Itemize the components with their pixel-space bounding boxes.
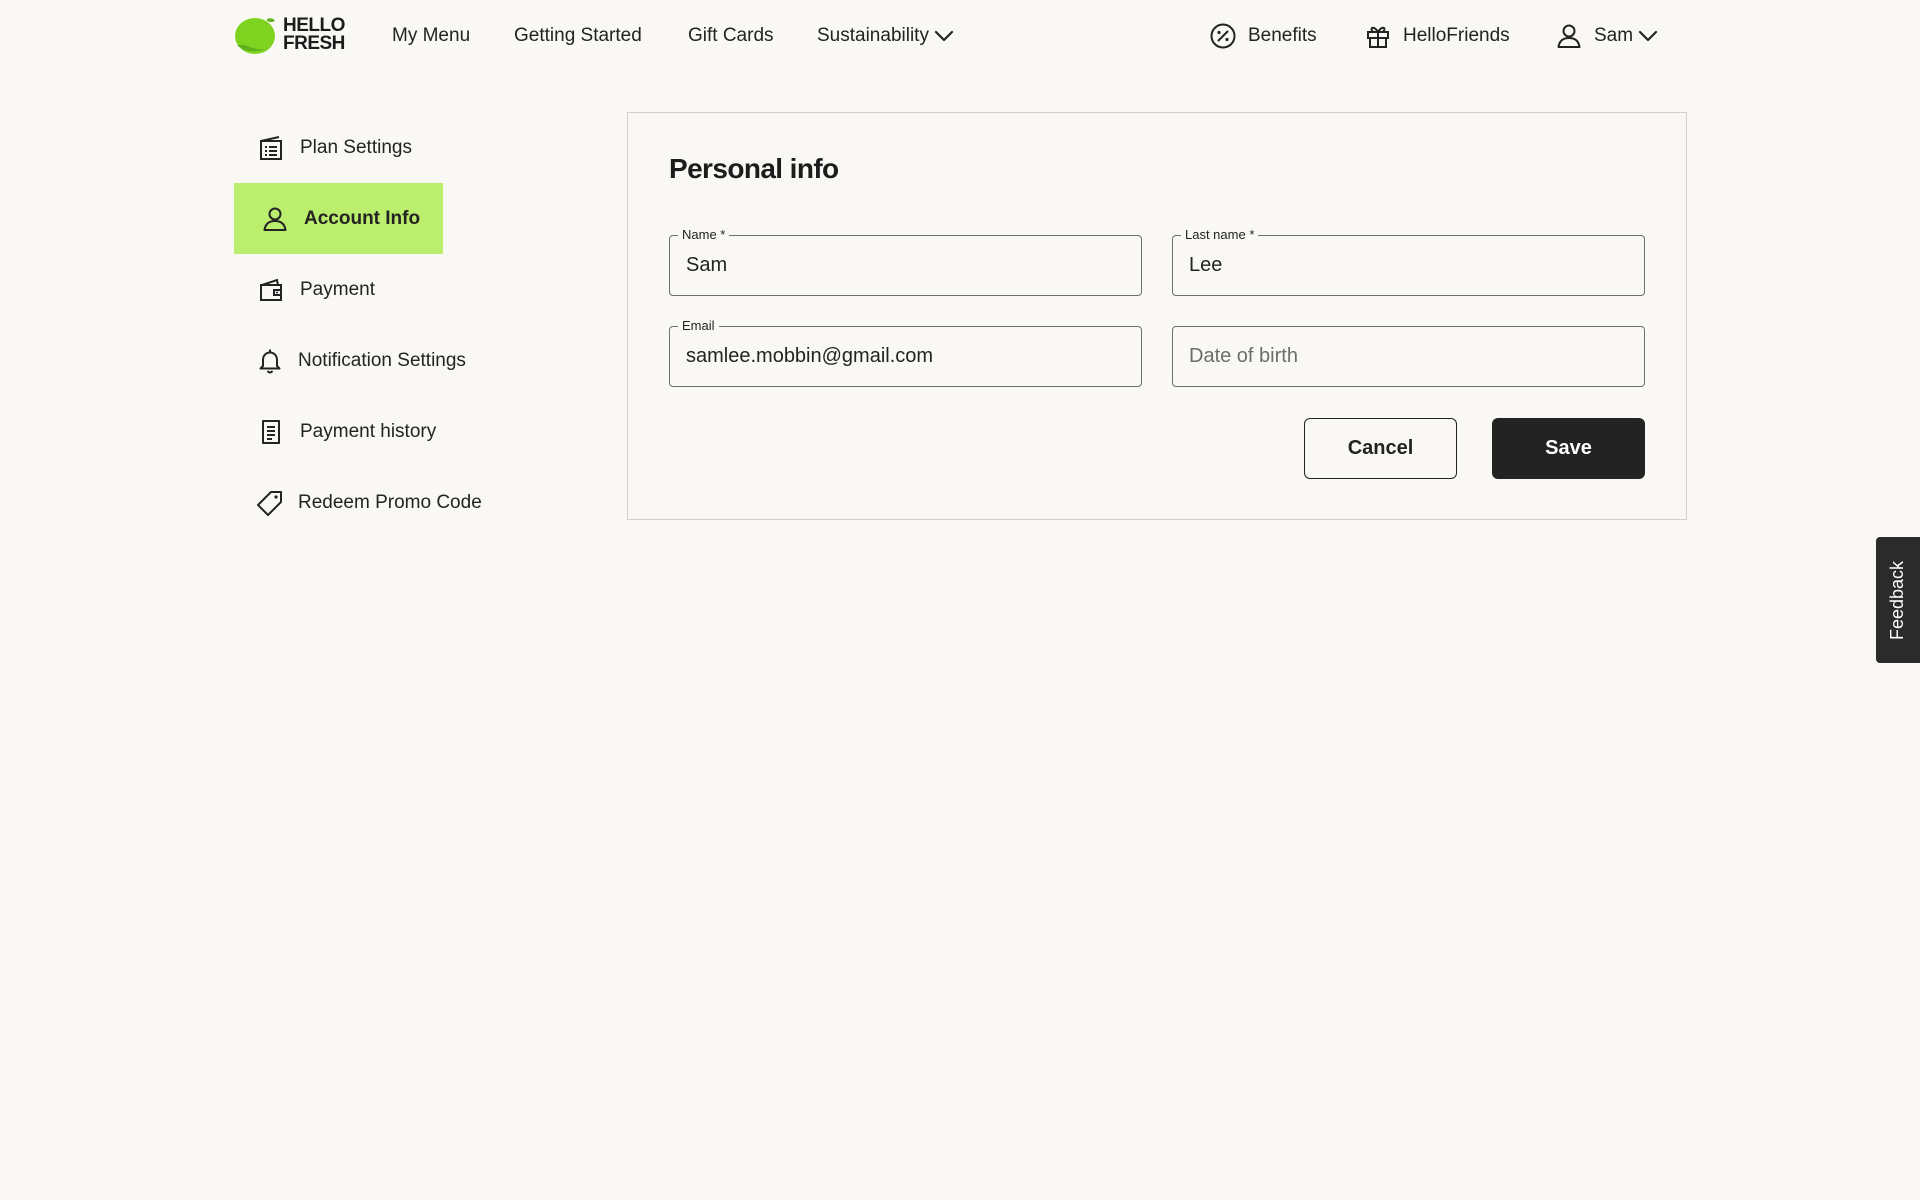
user-icon <box>1554 21 1584 51</box>
percent-badge-icon <box>1208 21 1238 51</box>
sidebar-item-payment-history[interactable]: Payment history <box>234 396 443 467</box>
tag-icon <box>256 488 284 518</box>
calendar-box-icon <box>256 133 286 163</box>
sidebar-item-label: Plan Settings <box>300 136 412 158</box>
sidebar-item-plan-settings[interactable]: Plan Settings <box>234 112 443 183</box>
feedback-label: Feedback <box>1887 560 1908 640</box>
last-name-label: Last name * <box>1181 227 1259 243</box>
email-input[interactable] <box>670 327 1141 386</box>
user-icon <box>260 204 290 234</box>
nav-sustainability[interactable]: Sustainability <box>817 22 955 50</box>
nav-gift-cards[interactable]: Gift Cards <box>688 22 774 50</box>
sidebar-item-label: Payment <box>300 278 375 300</box>
last-name-field: Last name * <box>1172 227 1645 296</box>
nav-my-menu-label: My Menu <box>392 25 471 46</box>
first-name-label: Name * <box>678 227 730 243</box>
chevron-down-icon <box>934 30 954 42</box>
nav-hellofriends-label: HelloFriends <box>1403 25 1510 46</box>
nav-account-menu[interactable]: Sam <box>1554 20 1659 52</box>
lime-logo-icon <box>235 18 275 54</box>
bell-icon <box>256 346 284 376</box>
sidebar-item-label: Account Info <box>304 207 421 229</box>
first-name-field: Name * <box>669 227 1142 296</box>
sidebar-item-redeem-promo-code[interactable]: Redeem Promo Code <box>234 467 482 538</box>
nav-hellofriends[interactable]: HelloFriends <box>1363 20 1510 52</box>
wallet-icon <box>256 275 286 305</box>
card-title: Personal info <box>669 153 839 184</box>
sidebar-item-label: Payment history <box>300 420 437 442</box>
gift-icon <box>1363 21 1393 51</box>
nav-account-label: Sam <box>1594 25 1634 46</box>
logo-wordmark: HELLO FRESH <box>283 16 345 54</box>
receipt-icon <box>256 417 286 447</box>
nav-my-menu[interactable]: My Menu <box>392 22 470 50</box>
cancel-button[interactable]: Cancel <box>1304 418 1457 479</box>
top-navigation: HELLO FRESH My Menu Getting Started Gift… <box>0 0 1920 72</box>
sidebar-item-notification-settings[interactable]: Notification Settings <box>234 325 466 396</box>
sidebar-item-payment[interactable]: Payment <box>234 254 443 325</box>
chevron-down-icon <box>1638 30 1658 42</box>
nav-sustainability-label: Sustainability <box>817 25 929 46</box>
date-of-birth-input[interactable] <box>1173 327 1644 386</box>
nav-getting-started-label: Getting Started <box>514 25 642 46</box>
nav-benefits-label: Benefits <box>1248 25 1317 46</box>
date-of-birth-field <box>1172 326 1645 387</box>
first-name-input[interactable] <box>670 236 1141 295</box>
save-button[interactable]: Save <box>1492 418 1645 479</box>
email-label: Email <box>678 318 719 334</box>
sidebar-item-account-info[interactable]: Account Info <box>234 183 443 254</box>
sidebar-item-label: Redeem Promo Code <box>298 491 482 513</box>
last-name-input[interactable] <box>1173 236 1644 295</box>
logo-line-2: FRESH <box>283 33 345 54</box>
feedback-tab[interactable]: Feedback <box>1876 537 1920 663</box>
nav-gift-cards-label: Gift Cards <box>688 25 774 46</box>
email-field: Email <box>669 318 1142 387</box>
sidebar-item-label: Notification Settings <box>298 349 466 371</box>
nav-getting-started[interactable]: Getting Started <box>514 22 642 50</box>
hellofresh-logo[interactable]: HELLO FRESH <box>233 14 355 56</box>
personal-info-card: Personal info Name * Last name * Email C… <box>627 112 1687 520</box>
nav-benefits[interactable]: Benefits <box>1208 20 1317 52</box>
